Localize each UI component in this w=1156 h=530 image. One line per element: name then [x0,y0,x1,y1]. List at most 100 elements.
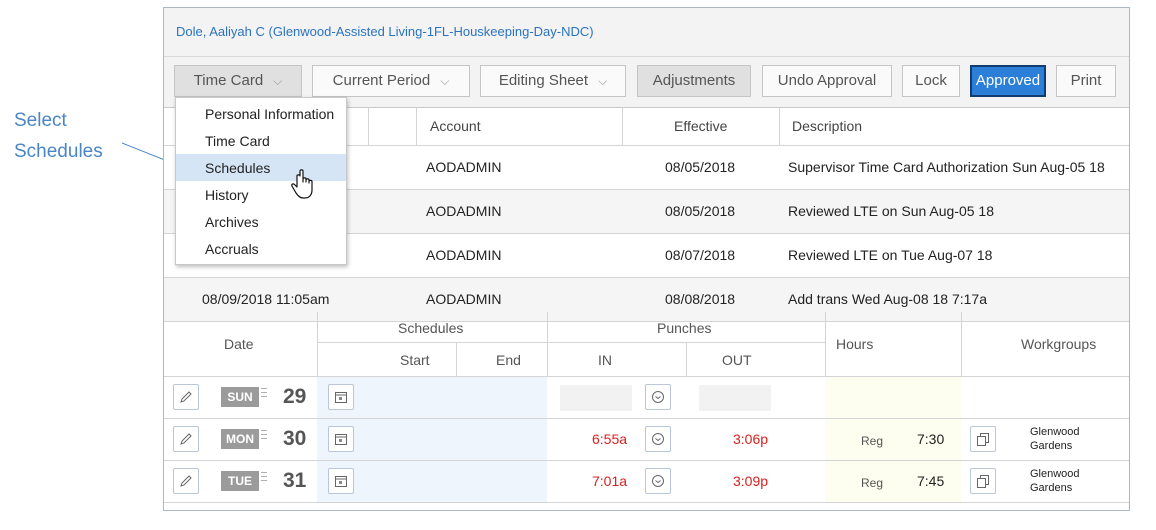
account-header: Account [430,118,481,134]
punches-header: Punches [657,320,712,336]
copy-icon [977,433,989,446]
clock-icon [652,433,664,445]
day-number: 30 [283,427,307,450]
end-header: End [496,352,521,368]
lock-button[interactable]: Lock [902,65,960,97]
timecard-menu: Personal Information Time Card Schedules… [175,97,347,265]
clock-icon [652,391,664,403]
menu-item-personal-information[interactable]: Personal Information [176,100,346,127]
menu-item-label: Accruals [205,241,259,257]
calendar-icon [335,392,347,403]
menu-item-archives[interactable]: Archives [176,208,346,235]
print-button[interactable]: Print [1056,65,1116,97]
row-account: AODADMIN [426,203,502,219]
schedule-button[interactable] [328,384,354,410]
row-account: AODADMIN [426,159,502,175]
day-badge: MON [221,429,259,449]
row-description: Add trans Wed Aug-08 18 7:17a [788,291,987,307]
copy-button[interactable] [970,468,996,494]
date-header: Date [224,336,254,352]
workgroups-header: Workgroups [1021,336,1097,352]
hours-value: 7:45 [917,473,945,489]
pencil-icon [180,475,192,487]
hand-cursor-icon [291,169,313,199]
timecard-grid: Date Schedules Start End Punches IN OUT … [164,312,1129,503]
day-number: 31 [283,469,307,492]
row-effective: 08/07/2018 [665,247,736,263]
day-number: 29 [283,385,307,408]
period-dropdown-label: Current Period [332,72,431,89]
schedule-button[interactable] [328,426,354,452]
menu-item-label: Schedules [205,160,271,176]
menu-item-label: History [205,187,249,203]
row-description: Supervisor Time Card Authorization Sun A… [788,159,1105,175]
employee-title[interactable]: Dole, Aaliyah C (Glenwood-Assisted Livin… [164,8,1129,57]
chevron-down-icon: ⌵ [273,74,283,88]
pencil-icon [180,433,192,445]
grid-header: Date Schedules Start End Punches IN OUT … [164,312,1129,377]
edit-button[interactable] [173,468,199,494]
approved-button[interactable]: Approved [970,65,1046,97]
out-header: OUT [722,352,752,368]
edit-button[interactable] [173,426,199,452]
pencil-icon [180,391,192,403]
editing-dropdown[interactable]: Editing Sheet ⌵ [480,65,626,97]
row-effective: 08/08/2018 [665,291,736,307]
table-row: TUE 31 7:01a 3:09p Reg 7:45 Glenwood Gar… [164,461,1129,503]
start-header: Start [400,352,430,368]
pay-code: Reg [861,434,884,448]
pay-code: Reg [861,476,884,490]
hours-value: 7:30 [917,431,945,447]
timecard-dropdown[interactable]: Time Card ⌵ [174,65,302,97]
punch-out[interactable]: 3:09p [733,473,768,489]
hours-header: Hours [836,336,874,352]
edit-button[interactable] [173,384,199,410]
menu-item-label: Personal Information [205,106,335,122]
schedule-button[interactable] [328,468,354,494]
menu-item-schedules[interactable]: Schedules [176,154,346,181]
callout-line-1: Select [14,110,67,131]
punch-out[interactable]: 3:06p [733,431,768,447]
description-header: Description [792,118,863,134]
menu-item-label: Time Card [205,133,270,149]
period-dropdown[interactable]: Current Period ⌵ [312,65,470,97]
row-account: AODADMIN [426,247,502,263]
callout-line-2: Schedules [14,141,103,162]
chevron-down-icon: ⌵ [440,74,450,88]
editing-dropdown-label: Editing Sheet [498,72,589,89]
table-row: SUN 29 [164,377,1129,419]
menu-item-time-card[interactable]: Time Card [176,127,346,154]
table-row: MON 30 6:55a 3:06p Reg 7:30 Glenwood Gar… [164,419,1129,461]
copy-button[interactable] [970,426,996,452]
timecard-dropdown-label: Time Card [193,72,264,89]
chevron-down-icon: ⌵ [598,74,608,88]
day-badge: SUN [221,387,259,407]
clock-button[interactable] [645,426,671,452]
workgroup-name: Glenwood Gardens [1030,468,1080,494]
row-timestamp: 08/09/2018 11:05am [202,291,330,307]
menu-item-accruals[interactable]: Accruals [176,235,346,262]
callout-text: Select Schedules [14,105,103,167]
copy-icon [977,475,989,488]
workgroup-name: Glenwood Gardens [1030,426,1080,452]
row-description: Reviewed LTE on Sun Aug-05 18 [788,203,994,219]
menu-item-history[interactable]: History [176,181,346,208]
calendar-icon [335,476,347,487]
row-effective: 08/05/2018 [665,203,736,219]
punch-in[interactable]: 6:55a [592,431,627,447]
calendar-icon [335,434,347,445]
schedules-header: Schedules [398,320,464,336]
row-effective: 08/05/2018 [665,159,736,175]
effective-header: Effective [674,118,728,134]
adjustments-button[interactable]: Adjustments [637,65,751,97]
clock-button[interactable] [645,468,671,494]
punch-in[interactable]: 7:01a [592,473,627,489]
clock-button[interactable] [645,384,671,410]
row-account: AODADMIN [426,291,502,307]
day-badge: TUE [221,471,259,491]
in-header: IN [598,352,612,368]
clock-icon [652,475,664,487]
undo-approval-button[interactable]: Undo Approval [762,65,892,97]
menu-item-label: Archives [205,214,259,230]
row-description: Reviewed LTE on Tue Aug-07 18 [788,247,993,263]
